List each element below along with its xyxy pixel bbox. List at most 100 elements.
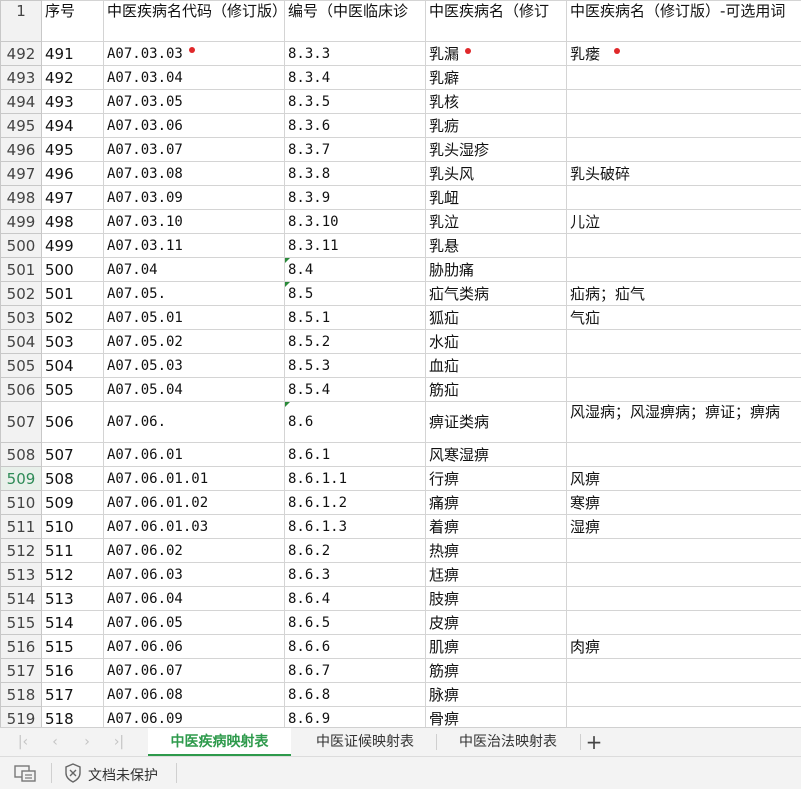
column-header-cell[interactable]: 编号（中医临床诊 xyxy=(284,0,426,42)
alias-cell[interactable] xyxy=(566,586,801,611)
serial-number-cell[interactable]: 508 xyxy=(41,466,104,491)
disease-name-cell[interactable]: 筋疝 xyxy=(425,377,567,402)
disease-code-cell[interactable]: A07.03.08 xyxy=(103,161,285,186)
alias-cell[interactable] xyxy=(566,658,801,683)
disease-code-cell[interactable]: A07.05. xyxy=(103,281,285,306)
row-header[interactable]: 519 xyxy=(0,706,42,727)
row-header[interactable]: 1 xyxy=(0,0,42,42)
disease-name-cell[interactable]: 肢痹 xyxy=(425,586,567,611)
alias-cell[interactable] xyxy=(566,442,801,467)
clinical-number-cell[interactable]: 8.3.7 xyxy=(284,137,426,162)
clinical-number-cell[interactable]: 8.5.1 xyxy=(284,305,426,330)
disease-name-cell[interactable]: 着痹 xyxy=(425,514,567,539)
clinical-number-cell[interactable]: 8.6.1.3 xyxy=(284,514,426,539)
disease-name-cell[interactable]: 皮痹 xyxy=(425,610,567,635)
disease-code-cell[interactable]: A07.06.03 xyxy=(103,562,285,587)
alias-cell[interactable]: 风痹 xyxy=(566,466,801,491)
disease-name-cell[interactable]: 乳泣 xyxy=(425,209,567,234)
row-header[interactable]: 508 xyxy=(0,442,42,467)
serial-number-cell[interactable]: 509 xyxy=(41,490,104,515)
serial-number-cell[interactable]: 493 xyxy=(41,89,104,114)
disease-code-cell[interactable]: A07.06.01.03 xyxy=(103,514,285,539)
serial-number-cell[interactable]: 505 xyxy=(41,377,104,402)
disease-code-cell[interactable]: A07.03.06 xyxy=(103,113,285,138)
clinical-number-cell[interactable]: 8.6.1.2 xyxy=(284,490,426,515)
serial-number-cell[interactable]: 501 xyxy=(41,281,104,306)
disease-code-cell[interactable]: A07.05.02 xyxy=(103,329,285,354)
disease-code-cell[interactable]: A07.06.06 xyxy=(103,634,285,659)
alias-cell[interactable] xyxy=(566,706,801,727)
disease-code-cell[interactable]: A07.06.02 xyxy=(103,538,285,563)
clinical-number-cell[interactable]: 8.6.2 xyxy=(284,538,426,563)
serial-number-cell[interactable]: 500 xyxy=(41,257,104,282)
row-header[interactable]: 506 xyxy=(0,377,42,402)
alias-cell[interactable] xyxy=(566,610,801,635)
disease-name-cell[interactable]: 乳核 xyxy=(425,89,567,114)
clinical-number-cell[interactable]: 8.6.4 xyxy=(284,586,426,611)
disease-name-cell[interactable]: 痛痹 xyxy=(425,490,567,515)
alias-cell[interactable]: 乳瘘 xyxy=(566,41,801,66)
serial-number-cell[interactable]: 510 xyxy=(41,514,104,539)
clinical-number-cell[interactable]: 8.6.8 xyxy=(284,682,426,707)
disease-name-cell[interactable]: 痹证类病 xyxy=(425,401,567,443)
disease-name-cell[interactable]: 疝气类病 xyxy=(425,281,567,306)
serial-number-cell[interactable]: 515 xyxy=(41,634,104,659)
serial-number-cell[interactable]: 507 xyxy=(41,442,104,467)
serial-number-cell[interactable]: 512 xyxy=(41,562,104,587)
alias-cell[interactable]: 气疝 xyxy=(566,305,801,330)
alias-cell[interactable]: 风湿病；风湿痹病；痹证；痹病 xyxy=(566,401,801,443)
clinical-number-cell[interactable]: 8.6.3 xyxy=(284,562,426,587)
row-header[interactable]: 497 xyxy=(0,161,42,186)
tab-treatment-mapping[interactable]: 中医治法映射表 xyxy=(437,728,579,756)
row-header[interactable]: 496 xyxy=(0,137,42,162)
prev-sheet-icon[interactable]: ‹ xyxy=(44,732,66,752)
clinical-number-cell[interactable]: 8.3.4 xyxy=(284,65,426,90)
disease-name-cell[interactable]: 乳头湿疹 xyxy=(425,137,567,162)
alias-cell[interactable]: 寒痹 xyxy=(566,490,801,515)
clinical-number-cell[interactable]: 8.5.2 xyxy=(284,329,426,354)
alias-cell[interactable]: 疝病；疝气 xyxy=(566,281,801,306)
serial-number-cell[interactable]: 518 xyxy=(41,706,104,727)
disease-name-cell[interactable]: 风寒湿痹 xyxy=(425,442,567,467)
clinical-number-cell[interactable]: 8.6.1.1 xyxy=(284,466,426,491)
alias-cell[interactable] xyxy=(566,137,801,162)
disease-code-cell[interactable]: A07.03.05 xyxy=(103,89,285,114)
serial-number-cell[interactable]: 502 xyxy=(41,305,104,330)
disease-name-cell[interactable]: 狐疝 xyxy=(425,305,567,330)
serial-number-cell[interactable]: 517 xyxy=(41,682,104,707)
disease-name-cell[interactable]: 热痹 xyxy=(425,538,567,563)
serial-number-cell[interactable]: 498 xyxy=(41,209,104,234)
row-header[interactable]: 492 xyxy=(0,41,42,66)
disease-code-cell[interactable]: A07.03.11 xyxy=(103,233,285,258)
next-sheet-icon[interactable]: › xyxy=(76,732,98,752)
disease-code-cell[interactable]: A07.06.01.01 xyxy=(103,466,285,491)
clinical-number-cell[interactable]: 8.6.9 xyxy=(284,706,426,727)
disease-code-cell[interactable]: A07.06.08 xyxy=(103,682,285,707)
alias-cell[interactable] xyxy=(566,257,801,282)
column-header-cell[interactable]: 中医疾病名（修订 xyxy=(425,0,567,42)
disease-name-cell[interactable]: 脉痹 xyxy=(425,682,567,707)
clinical-number-cell[interactable]: 8.6 xyxy=(284,401,426,443)
serial-number-cell[interactable]: 499 xyxy=(41,233,104,258)
row-header[interactable]: 500 xyxy=(0,233,42,258)
disease-name-cell[interactable]: 肌痹 xyxy=(425,634,567,659)
disease-name-cell[interactable]: 行痹 xyxy=(425,466,567,491)
serial-number-cell[interactable]: 492 xyxy=(41,65,104,90)
clinical-number-cell[interactable]: 8.3.5 xyxy=(284,89,426,114)
disease-code-cell[interactable]: A07.06. xyxy=(103,401,285,443)
row-header[interactable]: 516 xyxy=(0,634,42,659)
disease-name-cell[interactable]: 血疝 xyxy=(425,353,567,378)
disease-code-cell[interactable]: A07.03.07 xyxy=(103,137,285,162)
disease-code-cell[interactable]: A07.06.01.02 xyxy=(103,490,285,515)
row-header[interactable]: 515 xyxy=(0,610,42,635)
disease-code-cell[interactable]: A07.06.01 xyxy=(103,442,285,467)
column-header-cell[interactable]: 中医疾病名代码（修订版） xyxy=(103,0,285,42)
alias-cell[interactable]: 湿痹 xyxy=(566,514,801,539)
alias-cell[interactable]: 乳头破碎 xyxy=(566,161,801,186)
disease-code-cell[interactable]: A07.05.04 xyxy=(103,377,285,402)
row-header[interactable]: 511 xyxy=(0,514,42,539)
serial-number-cell[interactable]: 514 xyxy=(41,610,104,635)
clinical-number-cell[interactable]: 8.3.6 xyxy=(284,113,426,138)
clinical-number-cell[interactable]: 8.4 xyxy=(284,257,426,282)
disease-name-cell[interactable]: 乳悬 xyxy=(425,233,567,258)
